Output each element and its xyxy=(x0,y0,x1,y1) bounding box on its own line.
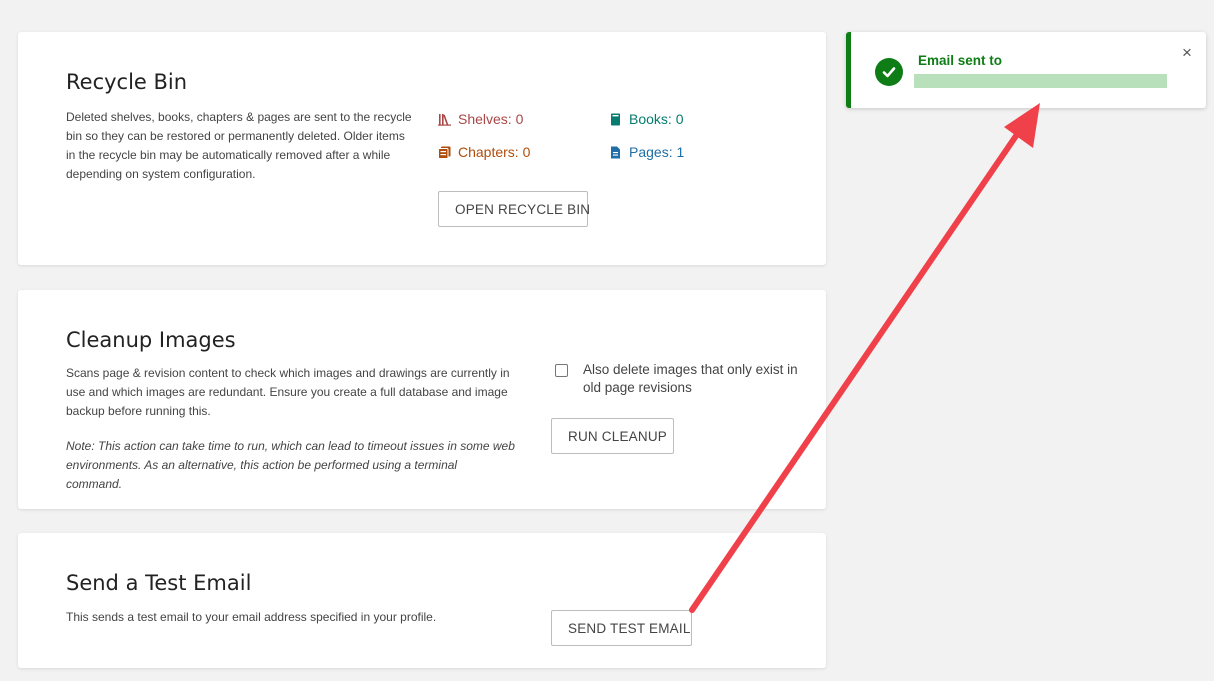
stat-pages[interactable]: Pages: 1 xyxy=(609,144,684,160)
toast-title: Email sent to xyxy=(918,53,1003,68)
stat-chapters[interactable]: Chapters: 0 xyxy=(438,144,530,160)
recycle-bin-card: Recycle Bin Deleted shelves, books, chap… xyxy=(18,32,826,265)
open-recycle-bin-button[interactable]: OPEN RECYCLE BIN xyxy=(438,191,590,227)
stat-books-label: Books: 0 xyxy=(629,111,684,127)
delete-revision-images-label[interactable]: Also delete images that only exist in ol… xyxy=(583,361,803,397)
run-cleanup-button[interactable]: RUN CLEANUP xyxy=(551,418,674,454)
page-icon xyxy=(611,146,620,158)
stat-books[interactable]: Books: 0 xyxy=(609,111,683,127)
redacted-email-address xyxy=(914,74,1167,88)
success-toast[interactable]: Email sent to × xyxy=(846,32,1206,108)
stat-chapters-label: Chapters: 0 xyxy=(458,144,531,160)
recycle-bin-description: Deleted shelves, books, chapters & pages… xyxy=(66,110,412,181)
close-icon[interactable]: × xyxy=(1182,44,1192,61)
cleanup-images-note: Note: This action can take time to run, … xyxy=(66,439,515,491)
recycle-bin-title: Recycle Bin xyxy=(66,70,188,94)
check-circle-icon xyxy=(875,58,903,86)
cleanup-images-card: Cleanup Images Scans page & revision con… xyxy=(18,290,826,509)
shelves-icon xyxy=(438,113,451,126)
book-icon xyxy=(611,113,620,125)
send-test-email-button[interactable]: SEND TEST EMAIL xyxy=(551,610,692,646)
chapter-icon xyxy=(438,146,451,159)
stat-shelves-label: Shelves: 0 xyxy=(458,111,524,127)
cleanup-images-description: Scans page & revision content to check w… xyxy=(66,366,510,418)
stat-shelves[interactable]: Shelves: 0 xyxy=(438,111,523,127)
test-email-description: This sends a test email to your email ad… xyxy=(66,610,437,624)
test-email-title: Send a Test Email xyxy=(66,571,252,595)
cleanup-images-title: Cleanup Images xyxy=(66,328,236,352)
delete-revision-images-checkbox[interactable] xyxy=(555,364,568,377)
stat-pages-label: Pages: 1 xyxy=(629,144,685,160)
test-email-card: Send a Test Email This sends a test emai… xyxy=(18,533,826,668)
